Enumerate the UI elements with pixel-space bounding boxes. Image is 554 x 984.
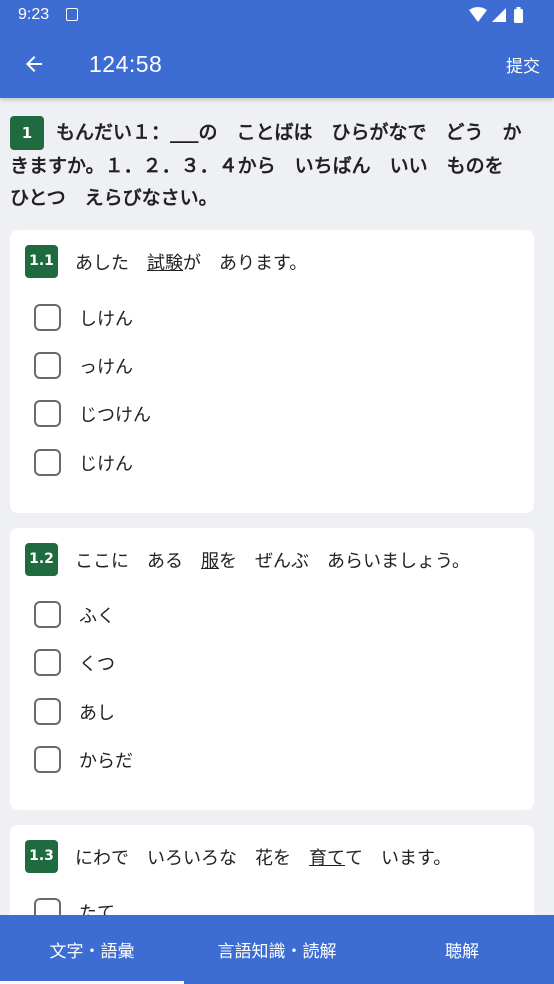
app-bar: 124:58 提交 bbox=[0, 30, 554, 98]
option-label: たて bbox=[79, 902, 115, 916]
battery-icon bbox=[514, 7, 523, 23]
submit-button[interactable]: 提交 bbox=[506, 52, 540, 77]
sub-question-badge: 1.3 bbox=[25, 840, 58, 873]
sub-question-text: ここに ある 服を ぜんぶ あらいましょう。 bbox=[75, 550, 470, 572]
notification-icon bbox=[66, 8, 78, 21]
option-1-2-d[interactable]: からだ bbox=[34, 746, 133, 773]
underlined-word: 試験 bbox=[147, 252, 183, 274]
status-time: 9:23 bbox=[18, 6, 50, 23]
option-label: あし bbox=[79, 702, 115, 724]
checkbox[interactable] bbox=[34, 746, 61, 773]
question-text: もんだい１：___の ことばは ひらがなで どう かきますか。１．２．３．４から… bbox=[10, 121, 523, 210]
question-header: 1 もんだい１：___の ことばは ひらがなで どう かきますか。１．２．３．４か… bbox=[10, 116, 530, 214]
sub-question-text: にわで いろいろな 花を 育てて います。 bbox=[75, 847, 452, 869]
checkbox[interactable] bbox=[34, 449, 61, 476]
option-1-1-d[interactable]: じけん bbox=[34, 449, 133, 476]
checkbox[interactable] bbox=[34, 698, 61, 725]
tab-label: 文字・語彙 bbox=[49, 942, 135, 962]
question-content[interactable]: 1 もんだい１：___の ことばは ひらがなで どう かきますか。１．２．３．４か… bbox=[0, 98, 554, 915]
option-1-3-a[interactable]: たて bbox=[34, 898, 115, 915]
checkbox[interactable] bbox=[34, 400, 61, 427]
back-button[interactable] bbox=[14, 44, 54, 84]
option-1-2-c[interactable]: あし bbox=[34, 698, 115, 725]
option-label: じつけん bbox=[79, 404, 151, 426]
option-label: くつ bbox=[79, 653, 115, 675]
option-label: っけん bbox=[79, 356, 133, 378]
checkbox[interactable] bbox=[34, 352, 61, 379]
option-1-1-c[interactable]: じつけん bbox=[34, 400, 151, 427]
checkbox[interactable] bbox=[34, 304, 61, 331]
tab-label: 聴解 bbox=[445, 942, 479, 962]
question-number-badge: 1 bbox=[10, 116, 44, 150]
signal-icon bbox=[492, 8, 506, 22]
timer-title: 124:58 bbox=[89, 51, 163, 77]
option-label: じけん bbox=[79, 453, 133, 475]
tab-vocabulary[interactable]: 文字・語彙 bbox=[0, 915, 184, 984]
sub-question-badge: 1.2 bbox=[25, 543, 58, 576]
sub-question-text: あした 試験が あります。 bbox=[75, 252, 308, 274]
question-card-1-1: 1.1 あした 試験が あります。 しけん っけん じつけん じけん bbox=[10, 230, 534, 513]
underlined-word: 育て bbox=[309, 847, 345, 869]
question-card-1-3: 1.3 にわで いろいろな 花を 育てて います。 たて bbox=[10, 825, 534, 915]
bottom-tab-bar: 文字・語彙 言語知識・読解 聴解 bbox=[0, 915, 554, 984]
checkbox[interactable] bbox=[34, 898, 61, 915]
tab-grammar-reading[interactable]: 言語知識・読解 bbox=[184, 915, 370, 984]
question-card-1-2: 1.2 ここに ある 服を ぜんぶ あらいましょう。 ふく くつ あし からだ bbox=[10, 528, 534, 810]
sub-question-badge: 1.1 bbox=[25, 245, 58, 278]
status-icons bbox=[469, 7, 523, 23]
option-1-2-a[interactable]: ふく bbox=[34, 601, 115, 628]
arrow-back-icon bbox=[26, 56, 42, 72]
option-label: からだ bbox=[79, 750, 133, 772]
option-label: しけん bbox=[79, 308, 133, 330]
checkbox[interactable] bbox=[34, 649, 61, 676]
checkbox[interactable] bbox=[34, 601, 61, 628]
option-1-1-a[interactable]: しけん bbox=[34, 304, 133, 331]
option-label: ふく bbox=[79, 605, 115, 627]
option-1-2-b[interactable]: くつ bbox=[34, 649, 115, 676]
tab-listening[interactable]: 聴解 bbox=[370, 915, 554, 984]
tab-label: 言語知識・読解 bbox=[217, 942, 337, 962]
option-1-1-b[interactable]: っけん bbox=[34, 352, 133, 379]
status-bar: 9:23 bbox=[0, 0, 554, 30]
wifi-icon bbox=[469, 7, 487, 22]
underlined-word: 服 bbox=[201, 550, 219, 572]
